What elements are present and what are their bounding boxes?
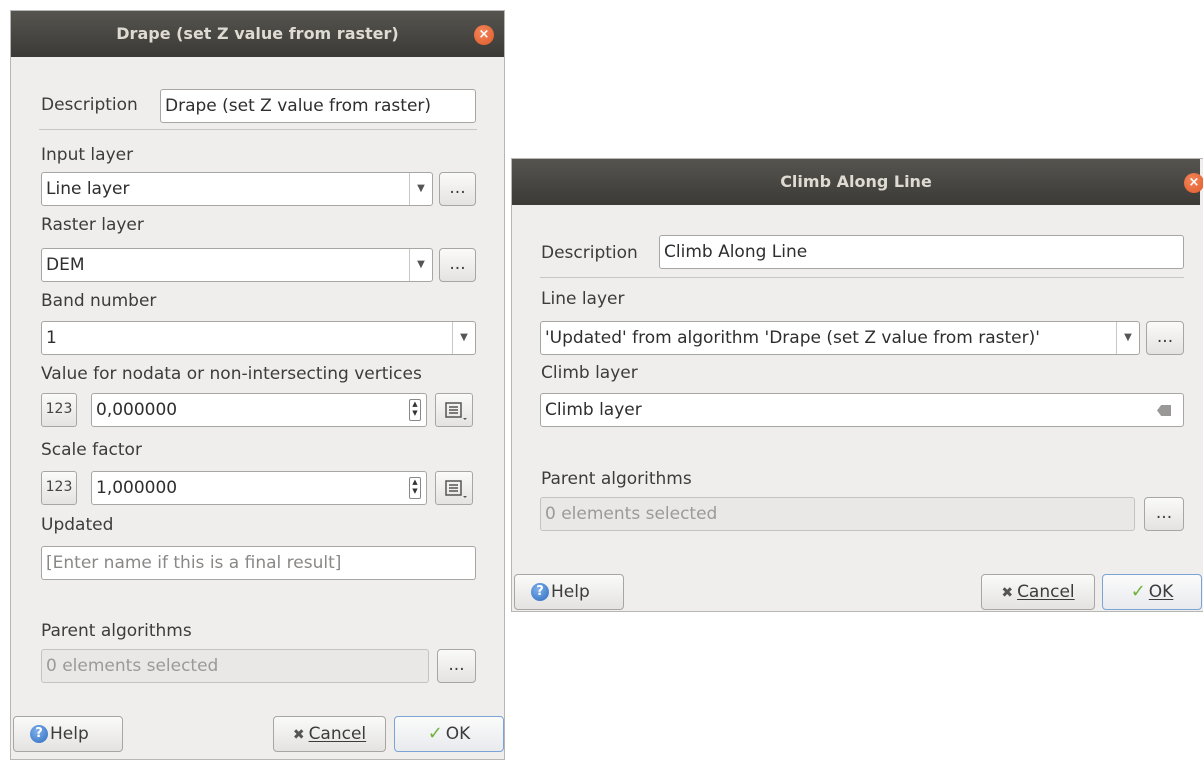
numeric-type-icon[interactable]: 123	[41, 393, 77, 427]
ok-button[interactable]: ✓ OK	[1102, 574, 1202, 610]
line-layer-label: Line layer	[541, 289, 625, 309]
close-icon: ✖	[292, 727, 305, 743]
climb-titlebar[interactable]: Climb Along Line	[512, 159, 1200, 205]
check-icon: ✓	[427, 723, 443, 744]
input-layer-value: Line layer	[46, 179, 130, 199]
climb-title: Climb Along Line	[780, 172, 932, 191]
line-layer-browse-button[interactable]: ...	[1146, 321, 1184, 355]
nodata-value: 0,000000	[96, 400, 178, 420]
separator	[39, 129, 477, 130]
separator	[540, 277, 1184, 278]
cancel-label: Cancel	[1017, 582, 1075, 602]
nodata-input[interactable]: 0,000000 ▲ ▼	[91, 393, 427, 427]
ellipsis-label: ...	[448, 655, 465, 675]
cancel-button[interactable]: ✖ Cancel	[273, 716, 386, 752]
close-icon[interactable]: ×	[1184, 173, 1203, 193]
description-label: Description	[541, 243, 638, 263]
ellipsis-label: ...	[449, 254, 466, 274]
help-button[interactable]: ? Help	[514, 574, 624, 610]
drape-title: Drape (set Z value from raster)	[116, 24, 399, 43]
line-layer-value: 'Updated' from algorithm 'Drape (set Z v…	[545, 328, 1040, 348]
clear-icon[interactable]	[1157, 405, 1171, 416]
raster-layer-value: DEM	[46, 255, 85, 275]
climb-layer-input[interactable]: Climb layer	[540, 393, 1184, 427]
climb-layer-value: Climb layer	[545, 400, 642, 420]
numeric-icon-text: 123	[45, 401, 73, 417]
ok-button[interactable]: ✓ OK	[394, 716, 504, 752]
raster-layer-label: Raster layer	[41, 215, 144, 235]
expression-icon[interactable]	[435, 471, 473, 505]
input-layer-browse-button[interactable]: ...	[439, 172, 476, 206]
updated-label: Updated	[41, 515, 114, 535]
cancel-button[interactable]: ✖ Cancel	[981, 574, 1095, 610]
help-label: Help	[551, 582, 590, 602]
chevron-down-icon[interactable]: ▼	[452, 322, 475, 354]
parent-algorithms-field: 0 elements selected	[41, 649, 429, 683]
ok-label: OK	[445, 724, 471, 744]
close-icon: ✖	[1001, 585, 1014, 601]
ellipsis-label: ...	[1155, 503, 1173, 523]
parent-algorithms-label: Parent algorithms	[541, 469, 692, 489]
cancel-label: Cancel	[308, 724, 367, 744]
chevron-down-icon[interactable]: ▼	[409, 173, 432, 205]
numeric-type-icon[interactable]: 123	[41, 471, 77, 505]
line-layer-combo[interactable]: 'Updated' from algorithm 'Drape (set Z v…	[540, 321, 1140, 355]
parent-algorithms-value: 0 elements selected	[46, 656, 219, 676]
spin-arrows-icon[interactable]: ▲ ▼	[409, 399, 421, 421]
input-layer-combo[interactable]: Line layer ▼	[41, 172, 433, 206]
description-input[interactable]: Climb Along Line	[659, 235, 1184, 269]
parent-algorithms-browse-button[interactable]: ...	[437, 649, 476, 683]
updated-placeholder: [Enter name if this is a final result]	[46, 553, 342, 573]
help-button[interactable]: ? Help	[13, 716, 123, 752]
scale-factor-input[interactable]: 1,000000 ▲ ▼	[91, 471, 427, 505]
spin-arrows-icon[interactable]: ▲ ▼	[409, 477, 421, 499]
band-number-label: Band number	[41, 291, 157, 311]
description-value: Drape (set Z value from raster)	[165, 96, 432, 116]
numeric-icon-text: 123	[45, 479, 73, 495]
band-number-value: 1	[46, 328, 57, 348]
description-input[interactable]: Drape (set Z value from raster)	[160, 89, 476, 123]
check-icon: ✓	[1130, 581, 1146, 602]
raster-layer-combo[interactable]: DEM ▼	[41, 248, 433, 282]
parent-algorithms-field: 0 elements selected	[540, 497, 1135, 531]
updated-output-input[interactable]: [Enter name if this is a final result]	[41, 546, 476, 580]
help-label: Help	[50, 724, 89, 744]
nodata-label: Value for nodata or non-intersecting ver…	[41, 364, 422, 384]
chevron-down-icon[interactable]: ▼	[409, 249, 432, 281]
ellipsis-label: ...	[1156, 327, 1174, 347]
parent-algorithms-browse-button[interactable]: ...	[1144, 497, 1184, 531]
scale-factor-label: Scale factor	[41, 440, 142, 460]
help-icon: ?	[531, 583, 549, 601]
climb-dialog: Climb Along Line × Description Climb Alo…	[511, 158, 1203, 612]
parent-algorithms-label: Parent algorithms	[41, 621, 192, 641]
ok-label: OK	[1148, 582, 1174, 602]
chevron-down-icon[interactable]: ▼	[1116, 322, 1139, 354]
ellipsis-label: ...	[449, 178, 466, 198]
input-layer-label: Input layer	[41, 145, 134, 165]
close-icon[interactable]: ×	[474, 25, 494, 45]
climb-layer-label: Climb layer	[541, 363, 638, 383]
raster-layer-browse-button[interactable]: ...	[439, 248, 476, 282]
description-value: Climb Along Line	[664, 242, 808, 262]
scale-factor-value: 1,000000	[96, 478, 178, 498]
band-number-combo[interactable]: 1 ▼	[41, 321, 476, 355]
drape-titlebar[interactable]: Drape (set Z value from raster)	[11, 11, 504, 57]
expression-icon[interactable]	[435, 393, 473, 427]
help-icon: ?	[30, 725, 48, 743]
parent-algorithms-value: 0 elements selected	[545, 504, 718, 524]
description-label: Description	[41, 95, 138, 115]
drape-dialog: Drape (set Z value from raster) × Descri…	[10, 10, 505, 760]
